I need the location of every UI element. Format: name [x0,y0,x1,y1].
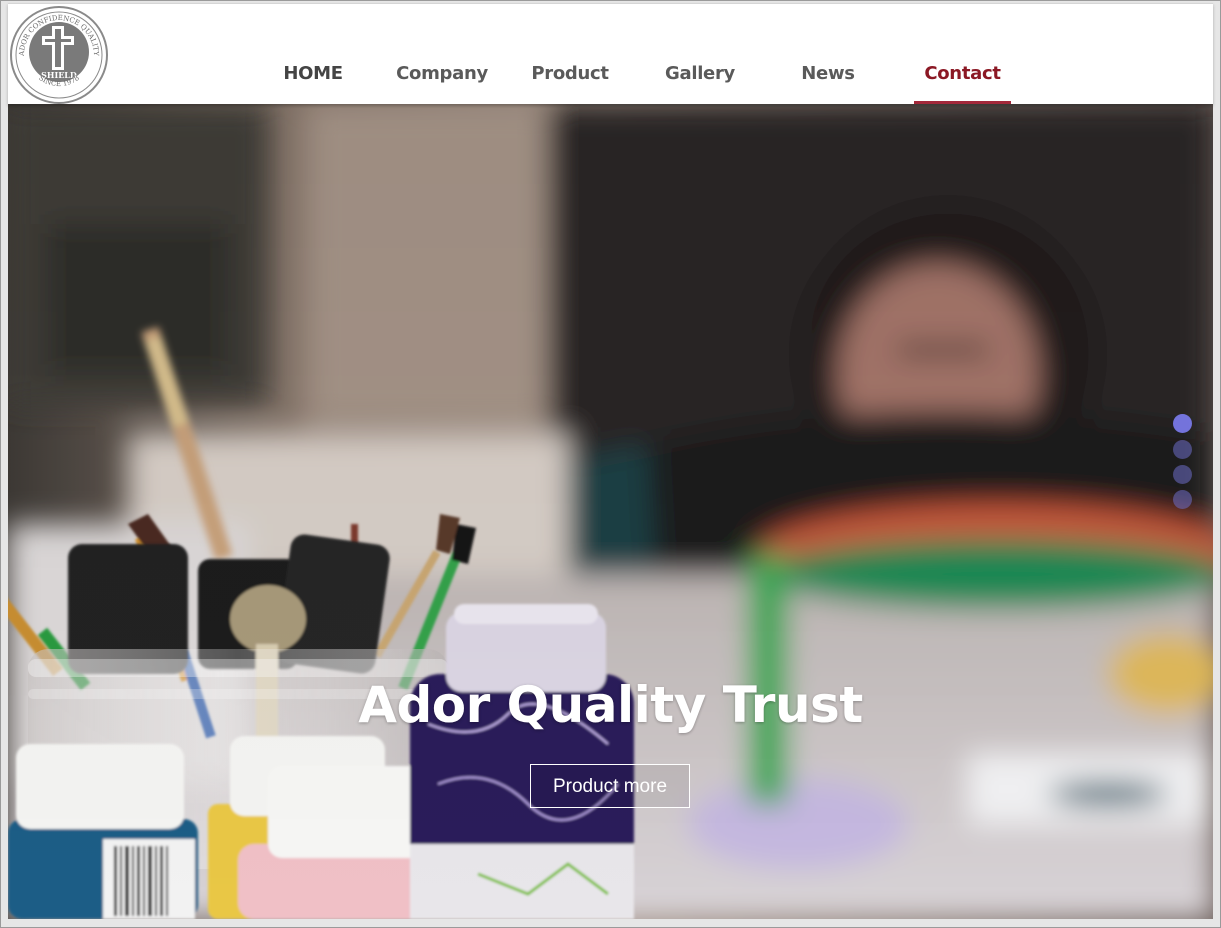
hero-title: Ador Quality Trust [358,676,863,734]
product-more-button[interactable]: Product more [530,764,690,808]
hero-slider: Ador Quality Trust Product more [8,104,1213,919]
slider-pagination [1173,414,1193,514]
nav-home[interactable]: HOME [270,60,356,104]
main-nav: HOME Company Product Gallery News Contac… [8,60,1213,104]
slider-dot-1[interactable] [1173,414,1192,433]
nav-company[interactable]: Company [393,60,491,104]
slider-dot-2[interactable] [1173,440,1192,459]
slider-dot-3[interactable] [1173,465,1192,484]
nav-gallery[interactable]: Gallery [660,60,740,104]
nav-contact[interactable]: Contact [914,60,1011,104]
site-header: ADOR CONFIDENCE QUALITY SHIELD SINCE 197… [8,3,1213,104]
slider-dot-4[interactable] [1173,490,1192,509]
nav-product[interactable]: Product [528,60,612,104]
nav-news[interactable]: News [795,60,861,104]
